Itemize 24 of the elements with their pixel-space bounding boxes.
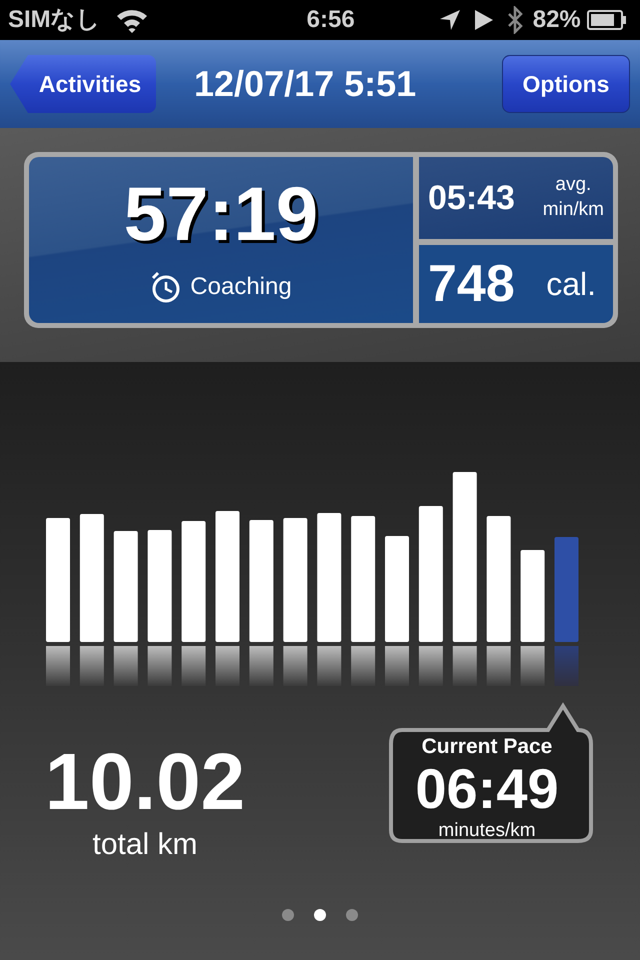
- current-pace-title: Current Pace: [422, 736, 552, 757]
- options-button[interactable]: Options: [502, 55, 630, 113]
- play-icon: [474, 10, 493, 30]
- calories-value: 748: [428, 254, 515, 315]
- location-arrow-icon: [438, 9, 461, 31]
- wifi-icon: [114, 7, 149, 33]
- avg-unit-label: min/km: [542, 198, 604, 222]
- activities-back-button[interactable]: Activities: [10, 55, 156, 113]
- total-distance-value: 10.02: [44, 742, 246, 822]
- clock-time: 6:56: [306, 5, 355, 35]
- screen-title: 12/07/17 5:51: [194, 62, 416, 106]
- current-pace-unit: minutes/km: [438, 821, 536, 840]
- bluetooth-icon: [506, 6, 523, 34]
- alarm-clock-icon: [150, 271, 182, 303]
- carrier-label: SIMなし: [8, 5, 101, 35]
- avg-label: avg.: [555, 173, 592, 198]
- total-distance-label: total km: [92, 827, 198, 863]
- battery-percentage: 82%: [532, 5, 581, 35]
- duration-value: 57:19: [124, 177, 318, 253]
- avg-pace-value: 05:43: [428, 178, 515, 218]
- coaching-label: Coaching: [190, 272, 292, 302]
- calories-unit-label: cal.: [546, 265, 597, 304]
- battery-icon: [586, 10, 627, 30]
- current-pace-value: 06:49: [415, 761, 559, 817]
